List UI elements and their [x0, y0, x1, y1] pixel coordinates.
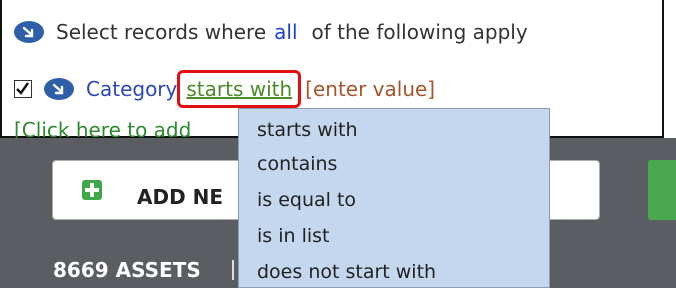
condition-checkbox[interactable]: [14, 80, 32, 98]
dropdown-option-contains[interactable]: contains: [257, 153, 337, 175]
condition-row: Category starts with [enter value]: [14, 70, 435, 108]
filter-match-row: Select records where all of the followin…: [14, 20, 528, 44]
assets-count: 8669 ASSETS: [53, 258, 201, 282]
add-new-label: ADD NE: [137, 185, 224, 209]
operator-highlight: starts with: [177, 70, 302, 108]
condition-value-link[interactable]: [enter value]: [305, 77, 435, 101]
match-prefix-text: Select records where: [56, 20, 267, 44]
dropdown-option-is-equal-to[interactable]: is equal to: [257, 189, 356, 211]
match-suffix-text: of the following apply: [311, 20, 528, 44]
condition-options-icon[interactable]: [44, 78, 74, 100]
dropdown-option-starts-with[interactable]: starts with: [257, 119, 358, 141]
divider: [232, 260, 234, 280]
dropdown-option-does-not-start-with[interactable]: does not start with: [257, 261, 436, 283]
operator-dropdown: starts with contains is equal to is in l…: [238, 108, 550, 288]
expand-arrow-icon[interactable]: [14, 21, 44, 43]
dropdown-option-is-in-list[interactable]: is in list: [257, 225, 329, 247]
condition-field-link[interactable]: Category: [86, 77, 177, 101]
green-action-button[interactable]: [648, 160, 676, 220]
plus-icon: [82, 180, 102, 200]
match-mode-link[interactable]: all: [274, 20, 297, 44]
operator-link[interactable]: starts with: [186, 77, 292, 101]
